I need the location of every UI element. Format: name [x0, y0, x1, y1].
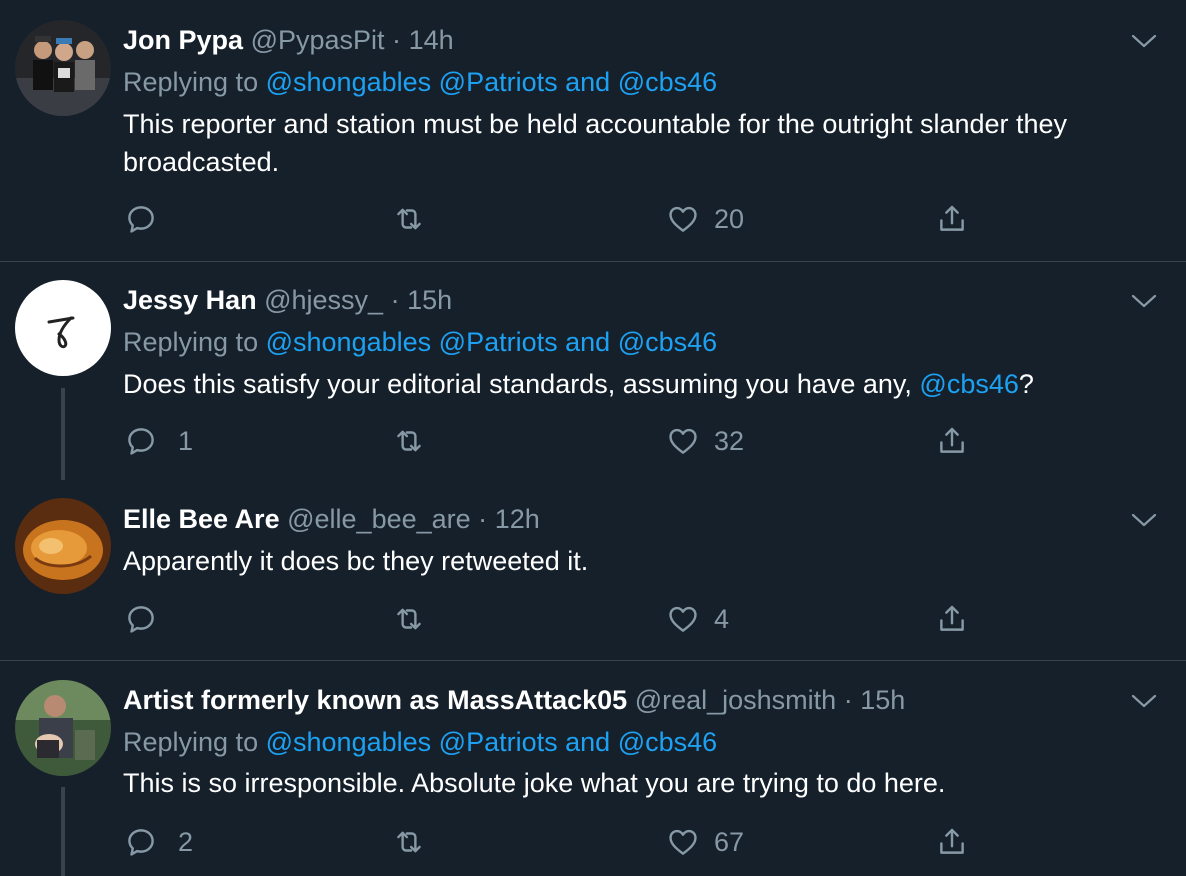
user-handle[interactable]: @elle_bee_are: [287, 504, 471, 534]
retweet-icon: [392, 424, 426, 458]
mention-link[interactable]: @Patriots: [439, 67, 558, 97]
mention-link[interactable]: @cbs46: [618, 67, 717, 97]
mention-and: and: [565, 327, 611, 357]
share-icon: [935, 825, 969, 859]
like-button[interactable]: 32: [666, 424, 744, 458]
share-icon: [935, 602, 969, 636]
reply-icon: [124, 424, 158, 458]
tweet-text: Does this satisfy your editorial standar…: [123, 365, 1163, 403]
like-icon: [666, 602, 700, 636]
timestamp[interactable]: 12h: [495, 504, 540, 534]
replying-to: Replying to @shongables @Patriots and @c…: [123, 327, 717, 357]
reply-button[interactable]: [124, 602, 172, 636]
reply-icon: [124, 202, 158, 236]
like-button[interactable]: 67: [666, 825, 744, 859]
retweet-button[interactable]: [392, 202, 426, 236]
retweet-icon: [392, 202, 426, 236]
reply-count: 2: [178, 826, 194, 857]
mention-link[interactable]: @shongables: [266, 727, 432, 757]
tweet-text-body: Does this satisfy your editorial standar…: [123, 369, 920, 399]
tweet-header: Artist formerly known as MassAttack05 @r…: [123, 685, 905, 715]
share-button[interactable]: [935, 424, 969, 458]
like-count: 32: [714, 425, 745, 456]
tweet-elle-bee-are[interactable]: Elle Bee Are @elle_bee_are · 12h Apparen…: [0, 480, 1186, 660]
tweet-text: Apparently it does bc they retweeted it.: [123, 546, 589, 576]
avatar[interactable]: [15, 680, 111, 776]
reply-count: 1: [178, 425, 194, 456]
avatar[interactable]: [15, 280, 111, 376]
replying-to-label: Replying to: [123, 67, 259, 97]
tweet-text: This is so irresponsible. Absolute joke …: [123, 768, 946, 798]
retweet-icon: [392, 602, 426, 636]
replying-to-label: Replying to: [123, 727, 259, 757]
reply-icon: [124, 825, 158, 859]
share-icon: [935, 424, 969, 458]
avatar[interactable]: [15, 20, 111, 116]
mention-link[interactable]: @shongables: [266, 327, 432, 357]
like-count: 4: [714, 603, 730, 634]
separator-dot: ·: [478, 504, 488, 534]
like-button[interactable]: 20: [666, 202, 744, 236]
timestamp[interactable]: 15h: [407, 285, 452, 315]
reply-icon: [124, 602, 158, 636]
mention-link[interactable]: @cbs46: [618, 327, 717, 357]
mention-link[interactable]: @cbs46: [618, 727, 717, 757]
tweet-text-end: ?: [1018, 369, 1034, 399]
user-handle[interactable]: @real_joshsmith: [635, 685, 837, 715]
thread-line: [61, 388, 65, 480]
reply-button[interactable]: 2: [124, 825, 193, 859]
retweet-icon: [392, 825, 426, 859]
separator-dot: ·: [843, 685, 853, 715]
replying-to-label: Replying to: [123, 327, 259, 357]
display-name[interactable]: Jessy Han: [123, 285, 257, 315]
separator-dot: ·: [392, 25, 402, 55]
share-button[interactable]: [935, 825, 969, 859]
replying-to: Replying to @shongables @Patriots and @c…: [123, 67, 717, 97]
reply-button[interactable]: 1: [124, 424, 193, 458]
share-button[interactable]: [935, 602, 969, 636]
mention-link[interactable]: @Patriots: [439, 727, 558, 757]
like-icon: [666, 424, 700, 458]
share-button[interactable]: [935, 202, 969, 236]
timestamp[interactable]: 14h: [409, 25, 454, 55]
mention-link[interactable]: @cbs46: [919, 369, 1018, 399]
chevron-down-icon[interactable]: [1130, 692, 1158, 710]
mention-and: and: [565, 67, 611, 97]
tweet-header: Jon Pypa @PypasPit · 14h: [123, 25, 454, 55]
retweet-button[interactable]: [392, 424, 426, 458]
tweet-massattack05[interactable]: Artist formerly known as MassAttack05 @r…: [0, 661, 1186, 876]
like-icon: [666, 825, 700, 859]
like-count: 20: [714, 203, 745, 234]
mention-link[interactable]: @Patriots: [439, 327, 558, 357]
tweet-header: Elle Bee Are @elle_bee_are · 12h: [123, 504, 540, 534]
share-icon: [935, 202, 969, 236]
thread-line: [61, 787, 65, 876]
timestamp[interactable]: 15h: [860, 685, 905, 715]
user-handle[interactable]: @hjessy_: [264, 285, 383, 315]
user-handle[interactable]: @PypasPit: [251, 25, 385, 55]
retweet-button[interactable]: [392, 825, 426, 859]
avatar[interactable]: [15, 498, 111, 594]
display-name[interactable]: Artist formerly known as MassAttack05: [123, 685, 627, 715]
tweet-text: This reporter and station must be held a…: [123, 109, 1068, 177]
tweet-jon-pypa[interactable]: Jon Pypa @PypasPit · 14h Replying to @sh…: [0, 0, 1186, 262]
tweet-header: Jessy Han @hjessy_ · 15h: [123, 285, 452, 315]
chevron-down-icon[interactable]: [1130, 292, 1158, 310]
display-name[interactable]: Jon Pypa: [123, 25, 243, 55]
retweet-button[interactable]: [392, 602, 426, 636]
like-button[interactable]: 4: [666, 602, 729, 636]
like-count: 67: [714, 826, 745, 857]
separator-dot: ·: [390, 285, 400, 315]
replying-to: Replying to @shongables @Patriots and @c…: [123, 727, 717, 757]
mention-and: and: [565, 727, 611, 757]
chevron-down-icon[interactable]: [1130, 32, 1158, 50]
reply-button[interactable]: [124, 202, 172, 236]
chevron-down-icon[interactable]: [1130, 511, 1158, 529]
display-name[interactable]: Elle Bee Are: [123, 504, 280, 534]
mention-link[interactable]: @shongables: [266, 67, 432, 97]
like-icon: [666, 202, 700, 236]
tweet-jessy-han[interactable]: Jessy Han @hjessy_ · 15h Replying to @sh…: [0, 262, 1186, 480]
